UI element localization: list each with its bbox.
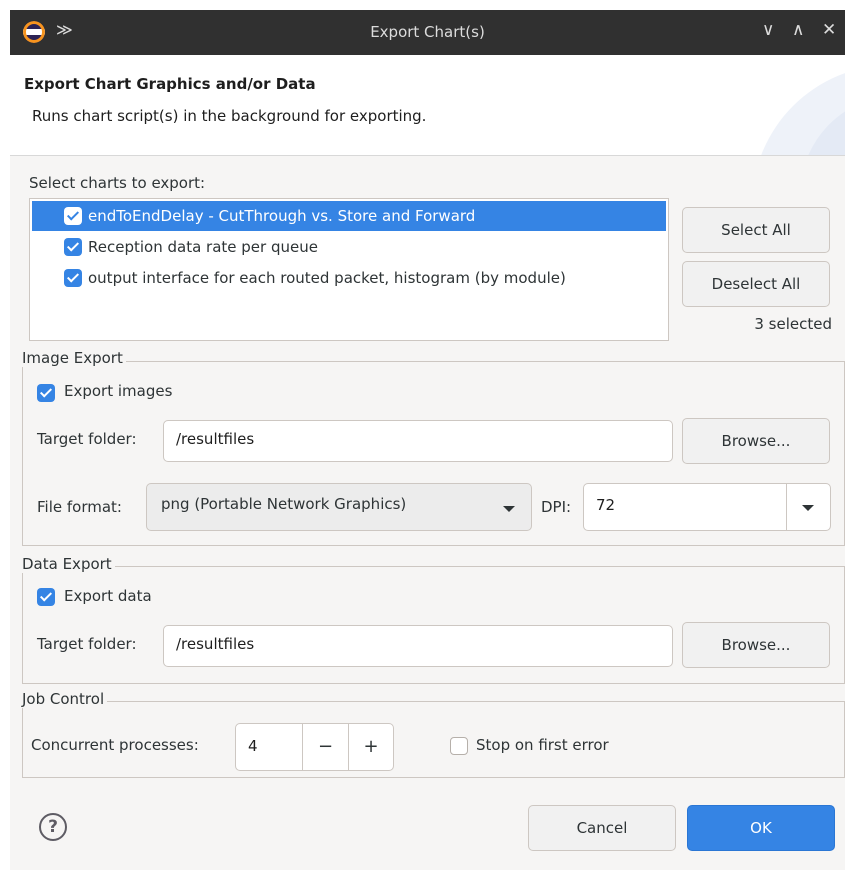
data-export-label: Data Export (22, 555, 115, 573)
help-icon[interactable]: ? (39, 813, 67, 841)
concurrent-processes-value: 4 (248, 737, 258, 755)
title-bar: ≫ Export Chart(s) ∨ ∧ ✕ (10, 10, 845, 55)
minimize-icon[interactable]: ∨ (762, 20, 774, 40)
dpi-label: DPI: (541, 498, 572, 516)
dialog-banner: Export Chart Graphics and/or Data Runs c… (10, 55, 845, 155)
chart-list-item[interactable]: output interface for each routed packet,… (32, 263, 666, 293)
data-browse-button[interactable]: Browse... (682, 622, 830, 668)
chart-list-item[interactable]: Reception data rate per queue (32, 232, 666, 262)
dpi-combo[interactable]: 72 (583, 483, 831, 531)
chart-item-label: endToEndDelay - CutThrough vs. Store and… (88, 207, 476, 225)
concurrent-processes-spinner[interactable]: 4 − + (235, 723, 394, 771)
concurrent-processes-label: Concurrent processes: (31, 736, 199, 754)
banner-divider (10, 155, 845, 156)
chart-item-label: Reception data rate per queue (88, 238, 318, 256)
dialog-description: Runs chart script(s) in the background f… (32, 107, 427, 125)
close-icon[interactable]: ✕ (822, 20, 836, 40)
job-control-label: Job Control (22, 690, 108, 708)
data-target-folder-input[interactable]: /resultfiles (163, 625, 673, 667)
stop-on-first-error-checkbox[interactable] (450, 737, 468, 755)
select-all-button[interactable]: Select All (682, 207, 830, 253)
chart-item-label: output interface for each routed packet,… (88, 269, 566, 287)
dpi-value: 72 (596, 496, 616, 514)
stop-on-first-error-label[interactable]: Stop on first error (476, 736, 609, 754)
export-images-label[interactable]: Export images (64, 382, 172, 400)
increment-button[interactable]: + (349, 724, 393, 770)
export-data-checkbox[interactable] (37, 588, 55, 606)
file-format-dropdown[interactable]: png (Portable Network Graphics) (146, 483, 532, 531)
image-target-folder-input[interactable]: /resultfiles (163, 420, 673, 462)
maximize-icon[interactable]: ∧ (792, 20, 804, 40)
file-format-label: File format: (37, 498, 122, 516)
file-format-value: png (Portable Network Graphics) (161, 495, 407, 513)
ok-button[interactable]: OK (687, 805, 835, 851)
data-target-folder-label: Target folder: (37, 635, 137, 653)
export-images-checkbox[interactable] (37, 384, 55, 402)
export-data-label[interactable]: Export data (64, 587, 152, 605)
data-target-folder-value: /resultfiles (176, 635, 255, 653)
chart-list-item[interactable]: endToEndDelay - CutThrough vs. Store and… (32, 201, 666, 231)
image-browse-button[interactable]: Browse... (682, 418, 830, 464)
window-title: Export Chart(s) (370, 23, 485, 41)
chart-checkbox[interactable] (64, 238, 82, 256)
decrement-button[interactable]: − (303, 724, 348, 770)
image-target-folder-label: Target folder: (37, 430, 137, 448)
dpi-divider (786, 484, 787, 530)
dialog-heading: Export Chart Graphics and/or Data (24, 75, 316, 93)
chevron-down-icon[interactable] (802, 505, 814, 511)
select-charts-label: Select charts to export: (29, 174, 206, 192)
chevron-down-icon (503, 506, 515, 512)
cancel-button[interactable]: Cancel (528, 805, 676, 851)
chart-checkbox[interactable] (64, 269, 82, 287)
image-export-label: Image Export (22, 349, 126, 367)
image-target-folder-value: /resultfiles (176, 430, 255, 448)
chart-checkbox[interactable] (64, 207, 82, 225)
deselect-all-button[interactable]: Deselect All (682, 261, 830, 307)
export-charts-dialog: ≫ Export Chart(s) ∨ ∧ ✕ Export Chart Gra… (10, 10, 845, 870)
selected-count: 3 selected (754, 315, 832, 333)
charts-list[interactable]: endToEndDelay - CutThrough vs. Store and… (29, 198, 669, 341)
